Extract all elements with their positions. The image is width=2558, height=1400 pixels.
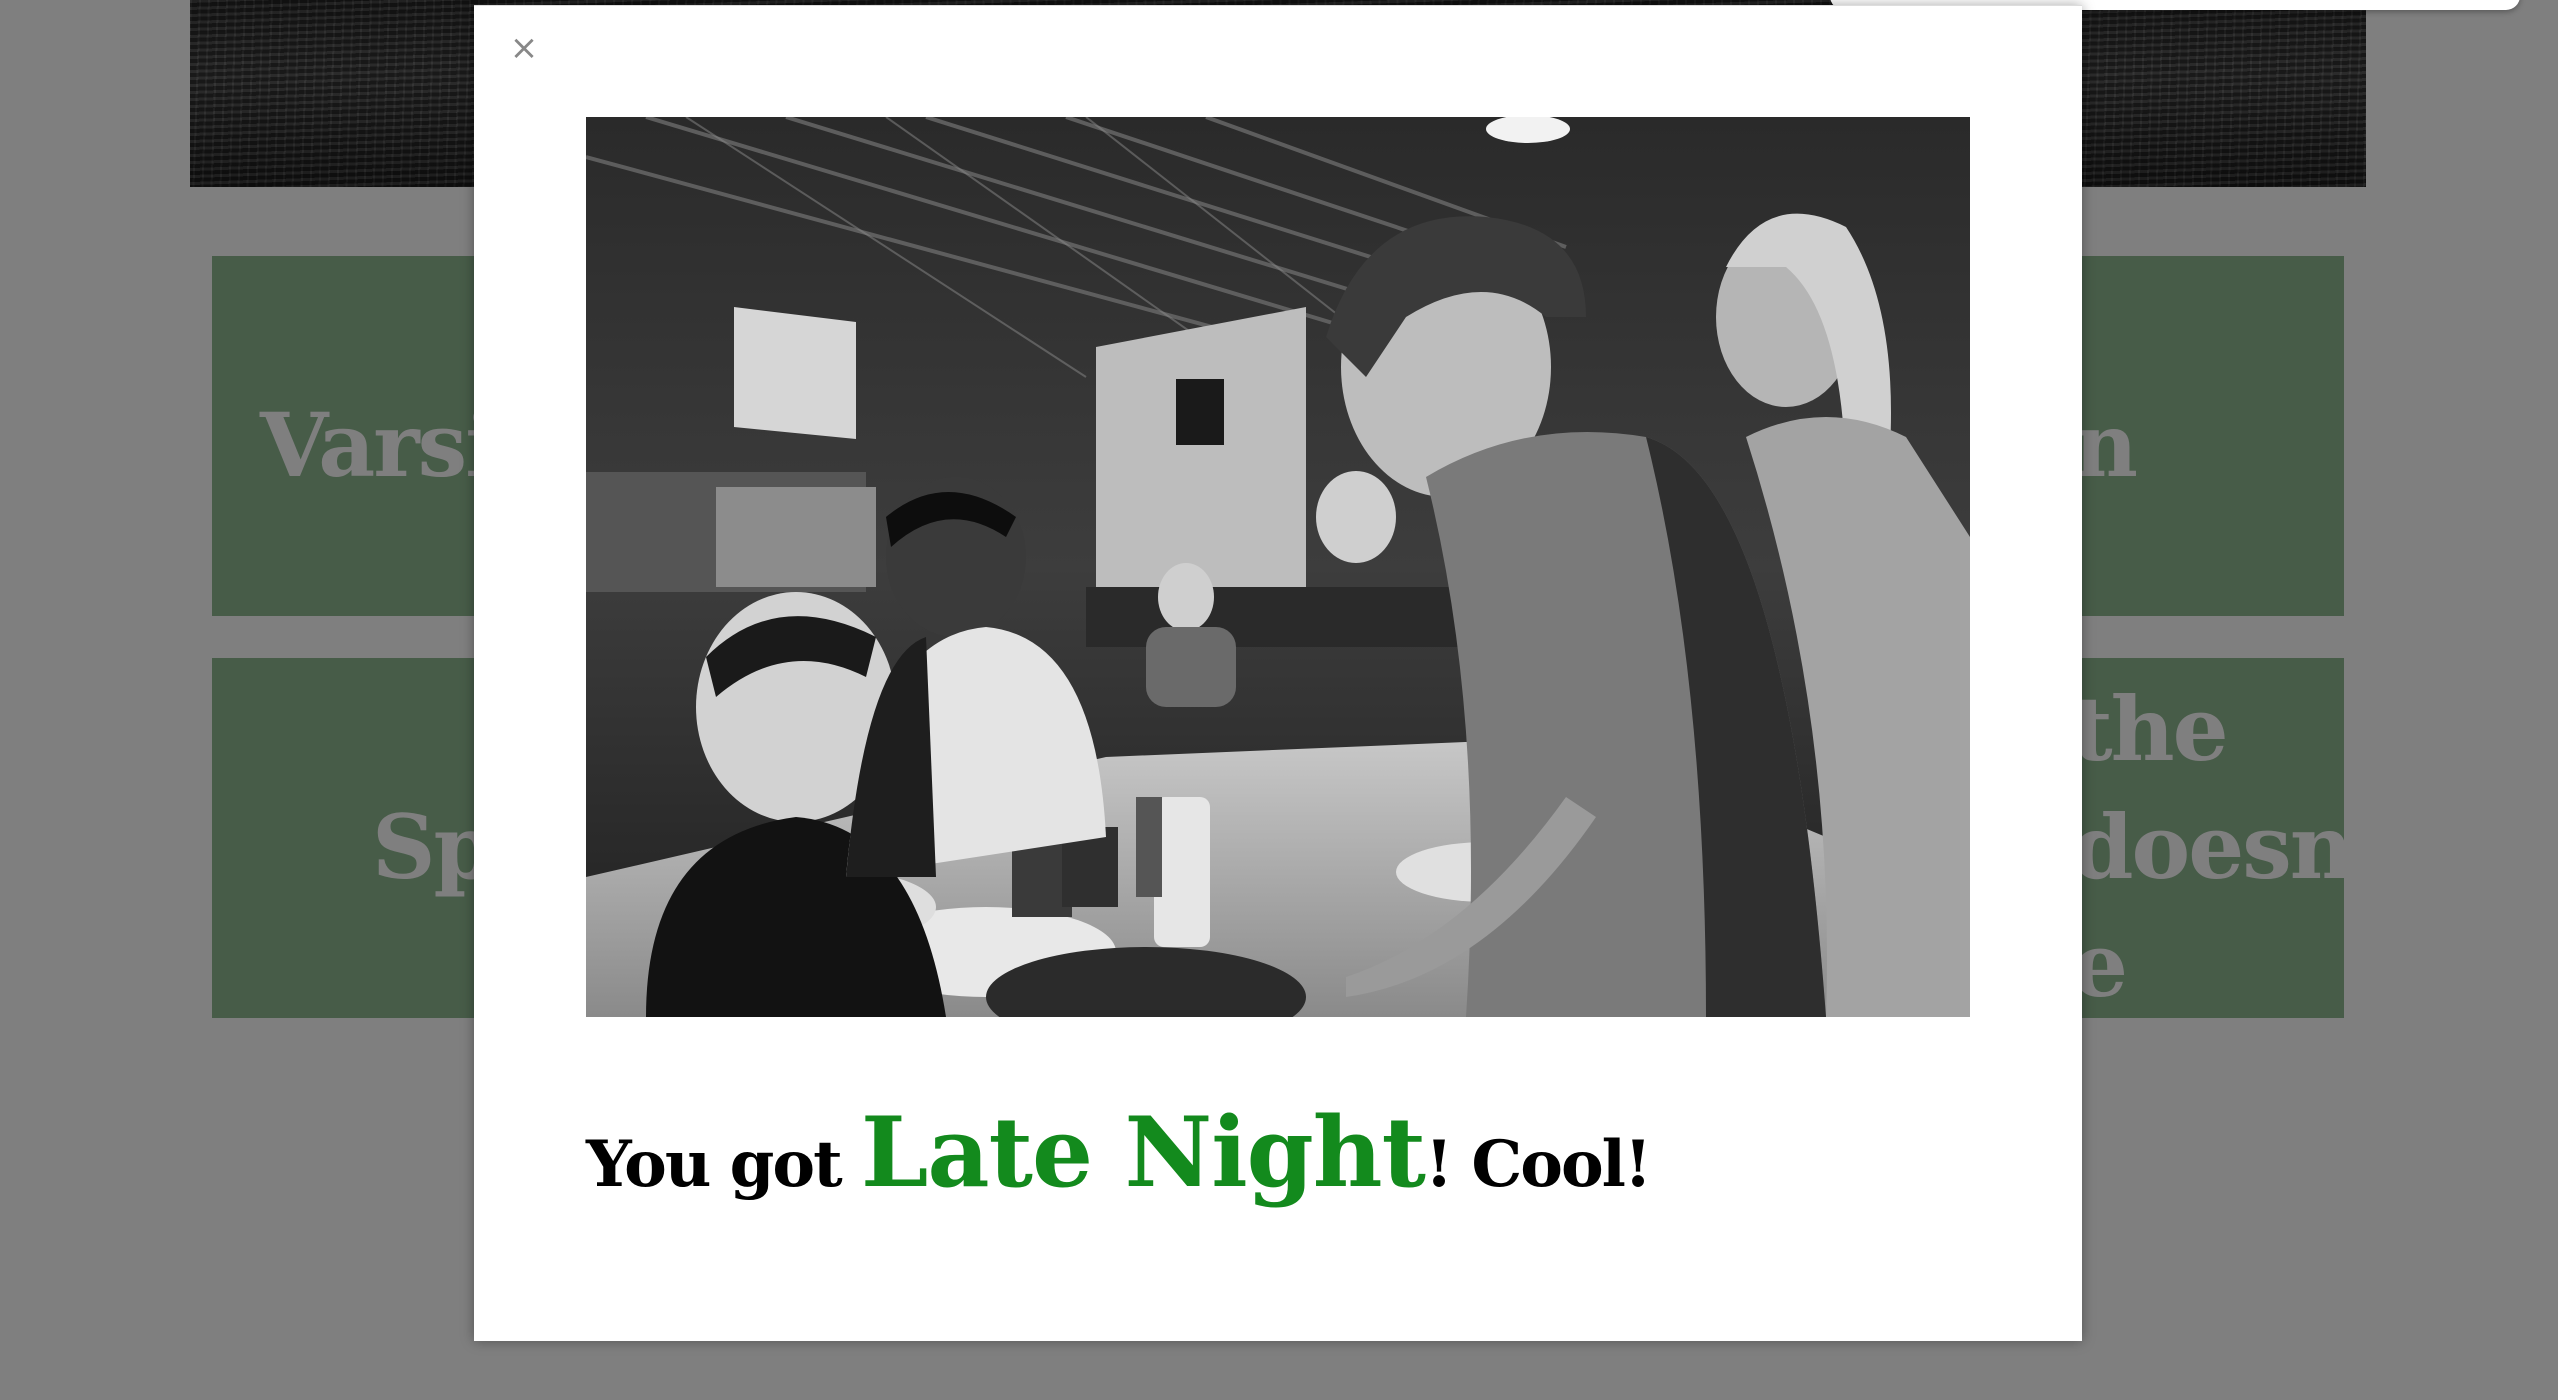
photo-illustration — [586, 117, 1970, 1017]
result-modal: × You got Late Night! Cool! — [474, 5, 2082, 1341]
result-highlight: Late Night — [860, 1096, 1426, 1209]
close-button[interactable]: × — [504, 28, 544, 68]
result-prefix: You got — [586, 1127, 861, 1202]
result-heading: You got Late Night! Cool! — [586, 1096, 1652, 1209]
quiz-page: Varsi n the Sp doesn't e × — [0, 0, 2558, 1400]
result-suffix: ! Cool! — [1424, 1127, 1652, 1202]
result-photo — [586, 117, 1970, 1017]
